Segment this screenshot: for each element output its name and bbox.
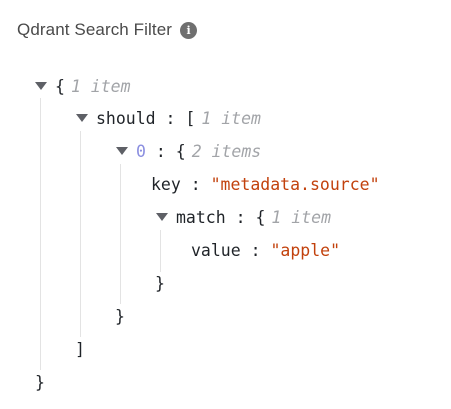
item-count: 1 item [201, 108, 261, 128]
json-root-row[interactable]: { 1 item [35, 74, 131, 98]
colon: : [235, 207, 246, 227]
json-key: value [191, 240, 241, 260]
indent-guide-match [160, 230, 161, 272]
colon: : [155, 141, 166, 161]
json-key: should [96, 108, 156, 128]
item-count: 1 item [271, 207, 332, 227]
close-brace: } [35, 372, 45, 392]
info-icon[interactable]: i [180, 21, 198, 39]
collapse-toggle-icon[interactable] [156, 213, 168, 221]
indent-guide-item0 [120, 164, 121, 304]
close-bracket: ] [75, 339, 85, 359]
collapse-toggle-icon[interactable] [116, 147, 128, 155]
close-brace: } [155, 273, 165, 293]
open-bracket: [ [185, 108, 196, 128]
array-index: 0 [136, 141, 146, 161]
json-key: match [176, 207, 226, 227]
string-value: "metadata.source" [210, 174, 380, 194]
json-key-row[interactable]: key : "metadata.source" [151, 172, 380, 196]
panel-title: Qdrant Search Filter [17, 20, 173, 39]
json-value-row[interactable]: value : "apple" [191, 238, 340, 262]
item-count: 2 items [191, 141, 262, 161]
collapse-toggle-icon[interactable] [35, 82, 47, 90]
colon: : [250, 240, 261, 260]
json-item0-row[interactable]: 0 : { 2 items [116, 139, 261, 163]
json-key: key [151, 174, 181, 194]
open-brace: { [255, 207, 266, 227]
string-value: "apple" [270, 240, 341, 260]
indent-guide-should [80, 131, 81, 337]
colon: : [190, 174, 201, 194]
colon: : [165, 108, 176, 128]
close-brace: } [115, 306, 125, 326]
json-should-row[interactable]: should : [ 1 item [76, 106, 261, 130]
panel-header: Qdrant Search Filter i [17, 18, 198, 42]
json-root-close: } [35, 370, 45, 394]
json-match-row[interactable]: match : { 1 item [156, 205, 331, 229]
open-brace: { [55, 76, 65, 96]
indent-guide-root [40, 98, 41, 370]
collapse-toggle-icon[interactable] [76, 114, 88, 122]
json-should-close: ] [75, 337, 85, 361]
open-brace: { [175, 141, 186, 161]
json-match-close: } [155, 271, 165, 295]
json-item0-close: } [115, 304, 125, 328]
item-count: 1 item [70, 76, 131, 96]
